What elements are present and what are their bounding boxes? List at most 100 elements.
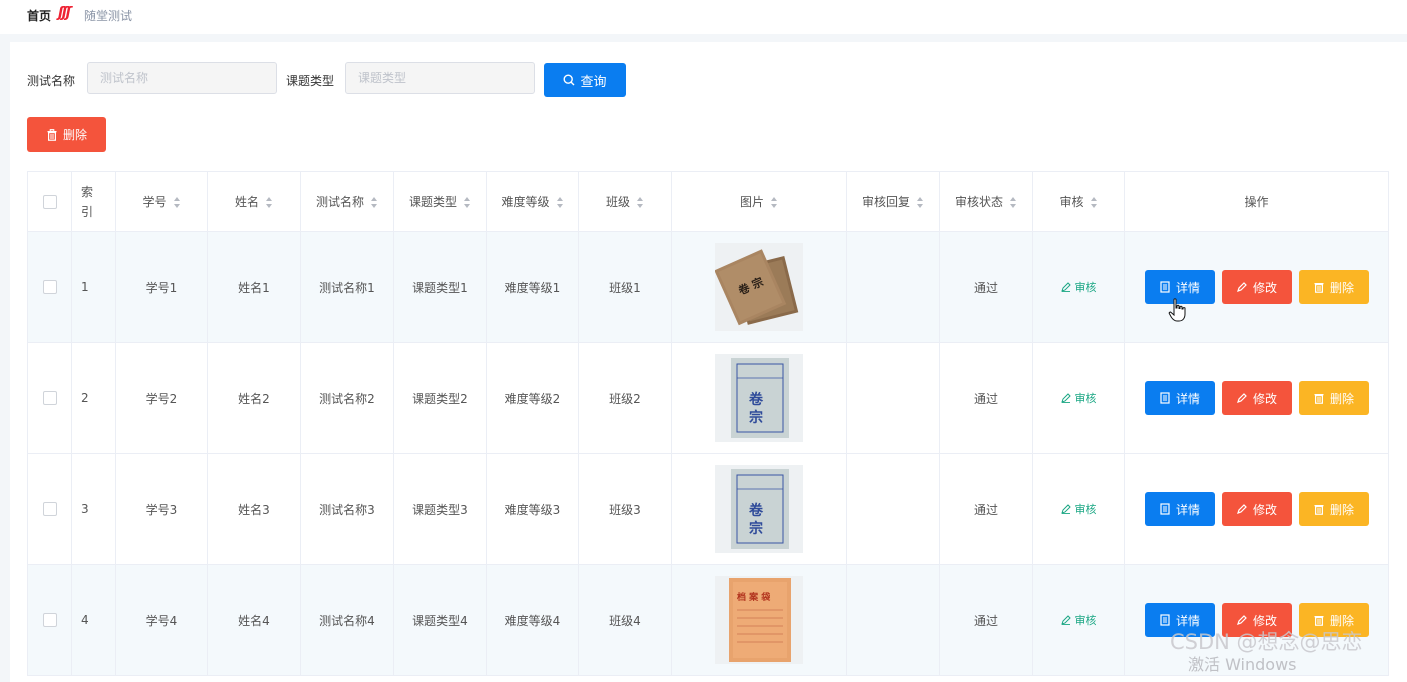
class-cell: 班级3 <box>578 453 672 565</box>
topic-type-cell: 课题类型1 <box>393 231 487 343</box>
brown-folders-image[interactable]: 卷 宗 <box>715 243 803 331</box>
review-header-label: 审核 <box>1059 195 1084 209</box>
activate-windows-notice: 激活 Windows <box>1188 655 1297 674</box>
top-breadcrumb-bar: 首页 ʃʃʃ 随堂测试 <box>0 0 1407 34</box>
row-actions: 详情 修改 删除 <box>1125 270 1388 304</box>
table-row: 2 学号2 姓名2 测试名称2 课题类型2 难度等级2 班级2 卷 宗 通过 审… <box>27 342 1389 454</box>
archive-bag-image[interactable]: 档 案 袋 <box>715 576 803 664</box>
detail-button[interactable]: 详情 <box>1144 381 1215 415</box>
class-cell: 班级4 <box>578 564 672 676</box>
select-all-checkbox[interactable] <box>42 194 57 209</box>
index-header: 索引 <box>71 171 116 232</box>
row-select-cell[interactable] <box>27 564 72 676</box>
image-cell: 档 案 袋 <box>671 564 847 676</box>
image-header[interactable]: 图片 <box>671 171 847 232</box>
index-cell: 3 <box>71 453 116 565</box>
review-reply-header[interactable]: 审核回复 <box>846 171 940 232</box>
breadcrumb-home[interactable]: 首页 <box>27 7 51 24</box>
review-link[interactable]: 审核 <box>1060 501 1097 517</box>
edit-button-label: 修改 <box>1252 502 1277 517</box>
document-icon <box>1160 392 1170 404</box>
edit-icon <box>1060 393 1071 403</box>
review-status-header[interactable]: 审核状态 <box>939 171 1033 232</box>
topic-type-header[interactable]: 课题类型 <box>393 171 487 232</box>
student-id-header[interactable]: 学号 <box>115 171 208 232</box>
row-select-cell[interactable] <box>27 453 72 565</box>
sort-icon[interactable] <box>637 197 644 208</box>
sort-icon[interactable] <box>771 197 778 208</box>
document-icon <box>1160 614 1170 626</box>
review-status-cell: 通过 <box>939 231 1033 343</box>
review-reply-cell <box>846 231 940 343</box>
select-all-cell[interactable] <box>27 171 72 232</box>
blue-folder-image[interactable]: 卷 宗 <box>715 465 803 553</box>
class-cell: 班级2 <box>578 342 672 454</box>
query-button[interactable]: 查询 <box>544 63 626 97</box>
topic-type-input[interactable] <box>345 62 535 94</box>
trash-icon <box>1314 616 1324 626</box>
blue-folder-image[interactable]: 卷 宗 <box>715 354 803 442</box>
actions-header-label: 操作 <box>1244 195 1269 209</box>
edit-button[interactable]: 修改 <box>1221 492 1292 526</box>
sort-icon[interactable] <box>266 197 273 208</box>
review-link-label: 审核 <box>1074 281 1097 294</box>
batch-delete-button[interactable]: 删除 <box>27 117 106 152</box>
review-link-label: 审核 <box>1074 392 1097 405</box>
sort-icon[interactable] <box>173 197 181 208</box>
name-cell: 姓名3 <box>207 453 301 565</box>
test-name-header[interactable]: 测试名称 <box>300 171 394 232</box>
name-header[interactable]: 姓名 <box>207 171 301 232</box>
index-header-label: 索引 <box>81 184 94 219</box>
svg-text:宗: 宗 <box>749 520 763 537</box>
row-checkbox[interactable] <box>42 613 57 628</box>
edit-button[interactable]: 修改 <box>1221 270 1292 304</box>
index-cell: 2 <box>71 342 116 454</box>
topic-type-cell: 课题类型2 <box>393 342 487 454</box>
student-id-header-label: 学号 <box>142 195 167 209</box>
topic-type-cell: 课题类型3 <box>393 453 487 565</box>
sort-icon[interactable] <box>556 197 564 208</box>
actions-cell: 详情 修改 删除 <box>1124 231 1389 343</box>
review-cell: 审核 <box>1032 231 1125 343</box>
sort-icon[interactable] <box>1090 197 1098 208</box>
row-checkbox[interactable] <box>42 502 57 517</box>
difficulty-cell: 难度等级3 <box>486 453 579 565</box>
review-link[interactable]: 审核 <box>1060 612 1097 628</box>
svg-text:宗: 宗 <box>749 409 763 426</box>
sort-icon[interactable] <box>464 197 471 208</box>
detail-button-label: 详情 <box>1175 502 1200 517</box>
row-select-cell[interactable] <box>27 231 72 343</box>
edit-icon <box>1237 393 1247 403</box>
edit-button[interactable]: 修改 <box>1221 381 1292 415</box>
student-id-cell: 学号2 <box>115 342 208 454</box>
review-reply-cell <box>846 564 940 676</box>
sort-icon[interactable] <box>1010 197 1017 208</box>
review-header[interactable]: 审核 <box>1032 171 1125 232</box>
breadcrumb-separator-icon: ʃʃʃ <box>58 5 72 21</box>
table-row: 4 学号4 姓名4 测试名称4 课题类型4 难度等级4 班级4 档 案 袋 通过… <box>27 564 1389 676</box>
row-select-cell[interactable] <box>27 342 72 454</box>
test-name-input[interactable] <box>87 62 277 94</box>
review-reply-cell <box>846 453 940 565</box>
row-checkbox[interactable] <box>42 391 57 406</box>
review-link[interactable]: 审核 <box>1060 390 1097 406</box>
image-cell: 卷 宗 <box>671 342 847 454</box>
row-checkbox[interactable] <box>42 280 57 295</box>
sort-icon[interactable] <box>917 197 924 208</box>
review-cell: 审核 <box>1032 342 1125 454</box>
edit-icon <box>1060 615 1071 625</box>
delete-button[interactable]: 删除 <box>1298 492 1369 526</box>
sort-icon[interactable] <box>371 197 378 208</box>
class-header[interactable]: 班级 <box>578 171 672 232</box>
difficulty-header[interactable]: 难度等级 <box>486 171 579 232</box>
detail-button[interactable]: 详情 <box>1144 492 1215 526</box>
review-link[interactable]: 审核 <box>1060 279 1097 295</box>
delete-button[interactable]: 删除 <box>1298 270 1369 304</box>
svg-text:卷: 卷 <box>748 391 764 408</box>
name-cell: 姓名4 <box>207 564 301 676</box>
image-cell: 卷 宗 <box>671 453 847 565</box>
review-reply-cell <box>846 342 940 454</box>
student-id-cell: 学号1 <box>115 231 208 343</box>
delete-button[interactable]: 删除 <box>1298 381 1369 415</box>
test-name-cell: 测试名称1 <box>300 231 394 343</box>
